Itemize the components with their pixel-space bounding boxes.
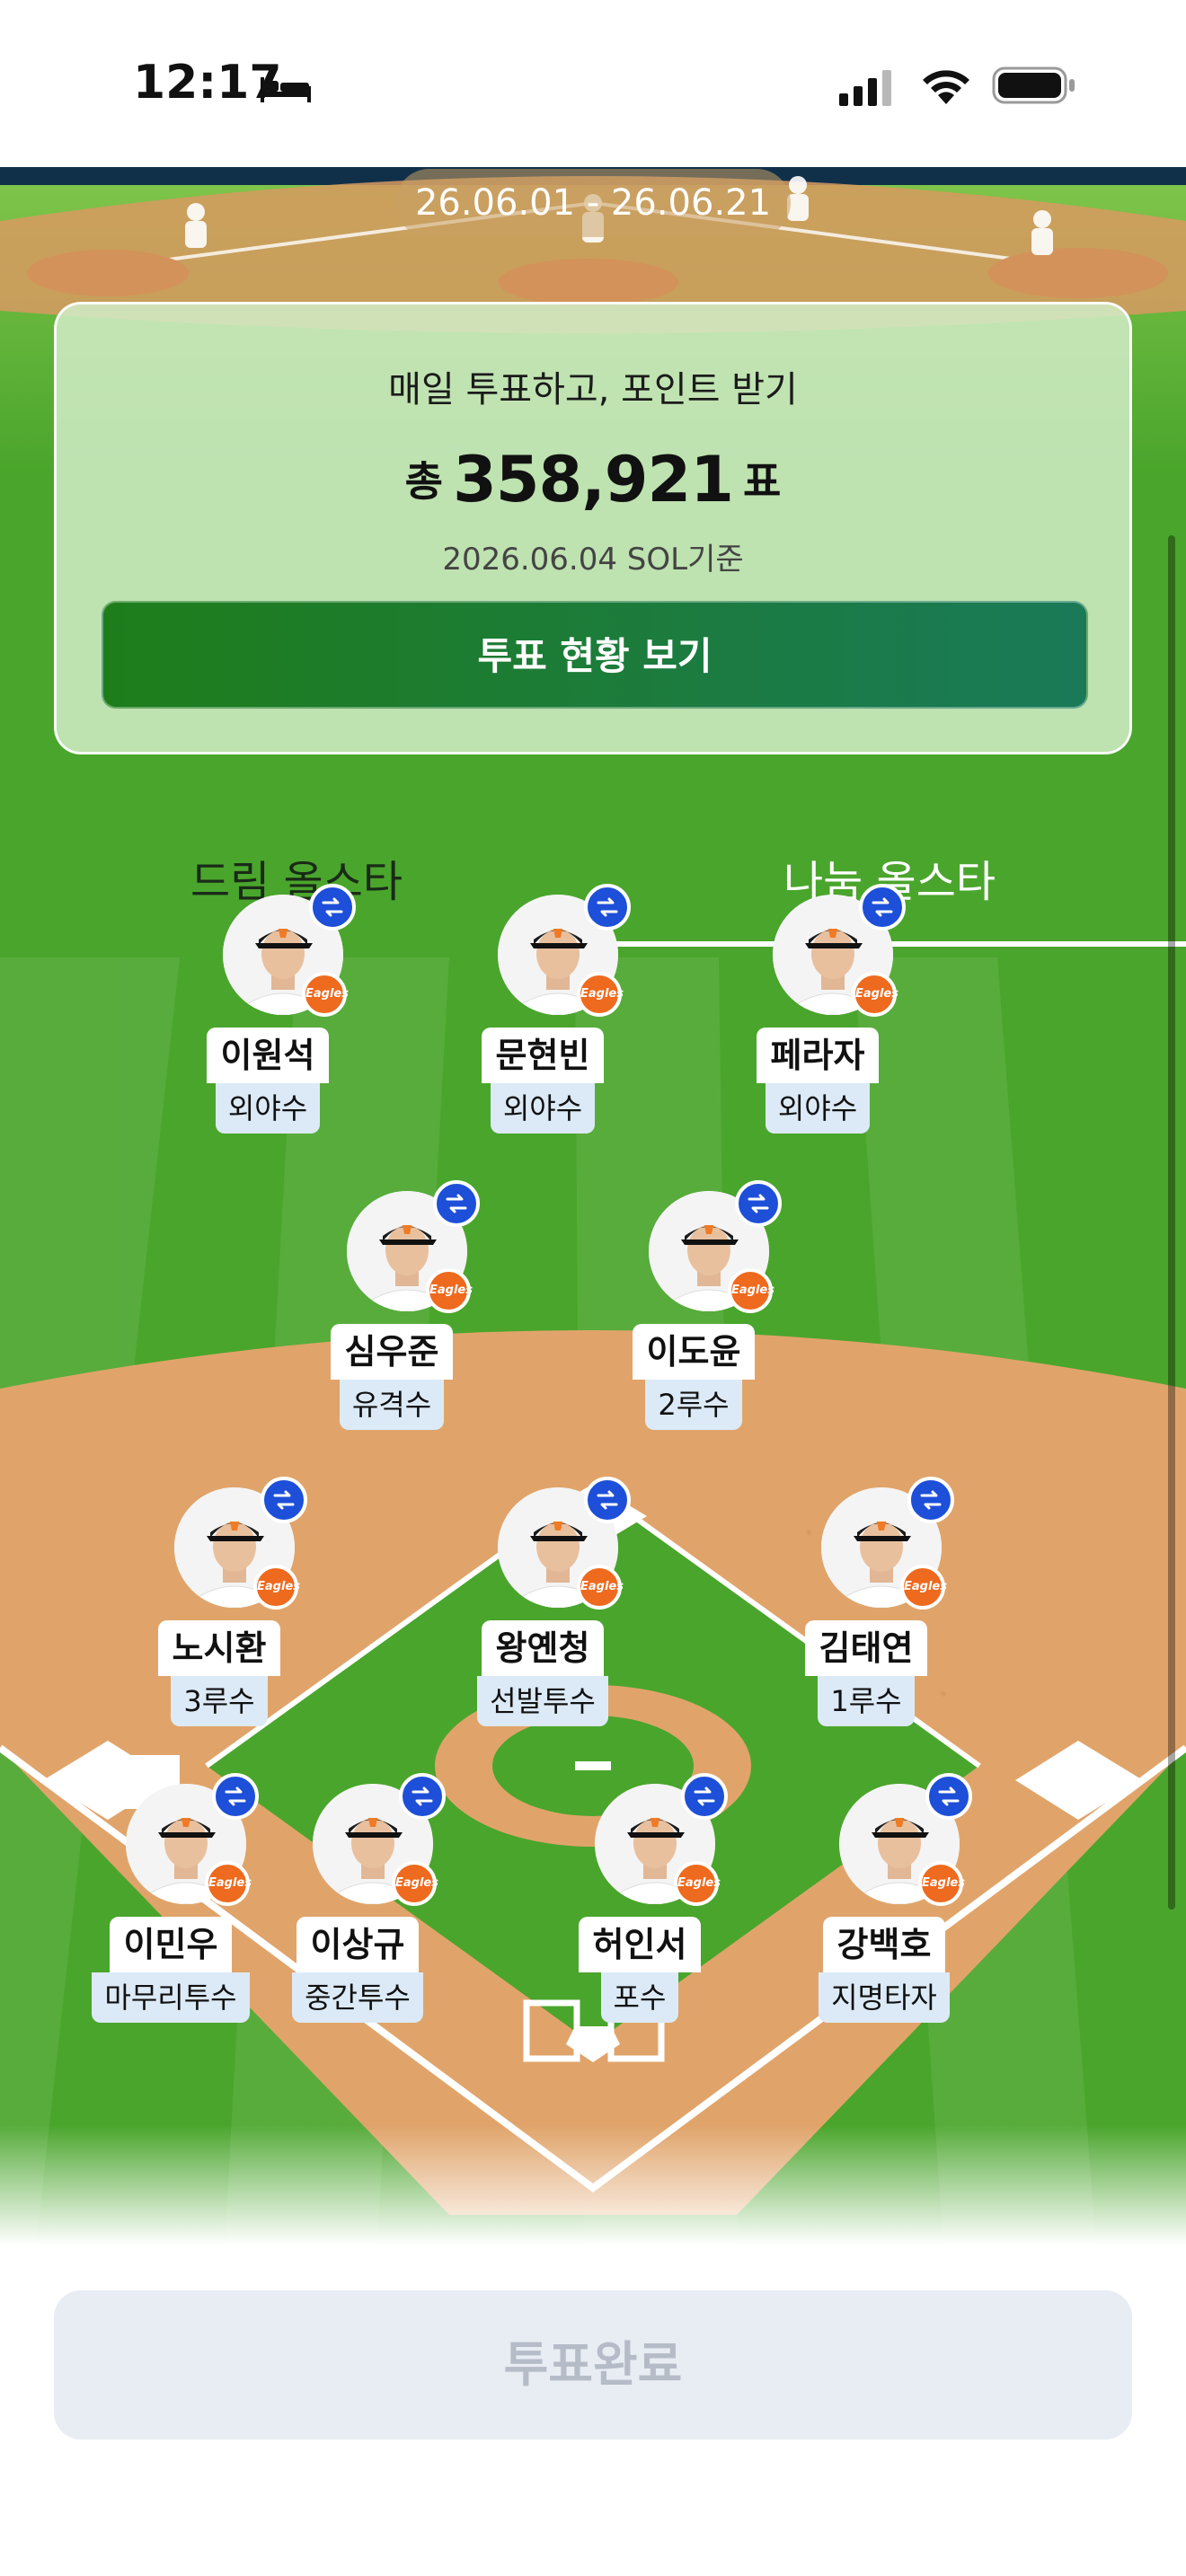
player-name: 심우준 <box>330 1324 454 1380</box>
total-votes: 총 358,921 표 <box>57 443 1129 516</box>
total-prefix: 총 <box>404 457 443 506</box>
player-name: 김태연 <box>804 1620 928 1676</box>
player-label: 노시환 3루수 <box>138 1620 300 1726</box>
player-card[interactable]: Eagles 심우준 유격수 <box>311 1180 480 1469</box>
team-logo-icon: Eagles <box>728 1268 774 1313</box>
player-name: 왕옌청 <box>481 1620 605 1676</box>
app-screen: 12:17 26.06.01 - 26.06.21 매일 투표하고, 포인트 받… <box>0 0 1186 2576</box>
player-card[interactable]: Eagles 이민우 마무리투수 <box>90 1773 259 2062</box>
player-card[interactable]: Eagles 왕옌청 선발투수 <box>462 1477 631 1766</box>
team-logo-icon: Eagles <box>918 1861 965 1906</box>
player-card[interactable]: Eagles 강백호 지명타자 <box>803 1773 972 2062</box>
status-bar: 12:17 <box>0 0 1186 167</box>
player-label: 페라자 외야수 <box>737 1028 898 1134</box>
player-name: 이원석 <box>206 1028 330 1083</box>
ballpark-field: 26.06.01 - 26.06.21 매일 투표하고, 포인트 받기 총 35… <box>0 167 1186 2245</box>
swap-player-icon[interactable] <box>681 1773 728 1820</box>
footer-area: 투표완료 <box>0 2245 1186 2576</box>
swap-player-icon[interactable] <box>433 1180 480 1227</box>
player-name: 이도윤 <box>632 1324 756 1380</box>
team-logo-icon: Eagles <box>205 1861 252 1906</box>
team-logo-icon: Eagles <box>900 1565 947 1610</box>
cellular-signal-icon <box>839 70 891 106</box>
player-card[interactable]: Eagles 이원석 외야수 <box>187 884 356 1173</box>
swap-player-icon[interactable] <box>212 1773 259 1820</box>
team-logo-icon: Eagles <box>577 972 624 1017</box>
swap-player-icon[interactable] <box>309 884 356 931</box>
player-position: 2루수 <box>645 1380 742 1430</box>
total-vote-count: 358,921 <box>453 443 734 516</box>
player-position: 유격수 <box>339 1380 445 1430</box>
player-card[interactable]: Eagles 노시환 3루수 <box>138 1477 307 1766</box>
player-card[interactable]: Eagles 김태연 1루수 <box>785 1477 954 1766</box>
swap-player-icon[interactable] <box>925 1773 972 1820</box>
view-vote-status-button[interactable]: 투표 현황 보기 <box>102 601 1088 709</box>
player-label: 이원석 외야수 <box>187 1028 349 1134</box>
swap-player-icon[interactable] <box>399 1773 446 1820</box>
player-position: 선발투수 <box>477 1676 608 1726</box>
swap-player-icon[interactable] <box>859 884 906 931</box>
player-name: 이상규 <box>296 1917 420 1972</box>
player-label: 문현빈 외야수 <box>462 1028 624 1134</box>
player-card[interactable]: Eagles 문현빈 외야수 <box>462 884 631 1173</box>
scrollbar[interactable] <box>1168 535 1175 1910</box>
battery-icon <box>992 66 1075 104</box>
player-label: 허인서 포수 <box>559 1917 721 2023</box>
player-card[interactable]: Eagles 이상규 중간투수 <box>277 1773 446 2062</box>
swap-player-icon[interactable] <box>735 1180 782 1227</box>
player-position: 외야수 <box>490 1083 596 1134</box>
player-label: 이민우 마무리투수 <box>90 1917 252 2023</box>
player-card[interactable]: Eagles 페라자 외야수 <box>737 884 906 1173</box>
vote-period-badge: 26.06.01 - 26.06.21 <box>395 169 791 237</box>
player-card[interactable]: Eagles 이도윤 2루수 <box>613 1180 782 1469</box>
team-logo-icon: Eagles <box>392 1861 438 1906</box>
player-name: 이민우 <box>109 1917 233 1972</box>
wifi-icon <box>923 70 969 104</box>
summary-headline: 매일 투표하고, 포인트 받기 <box>388 369 798 410</box>
swap-player-icon[interactable] <box>907 1477 954 1523</box>
player-name: 강백호 <box>822 1917 946 1972</box>
player-position: 중간투수 <box>292 1972 423 2023</box>
player-position: 포수 <box>600 1972 679 2023</box>
player-card[interactable]: Eagles 허인서 포수 <box>559 1773 728 2062</box>
player-name: 노시환 <box>157 1620 281 1676</box>
player-label: 이상규 중간투수 <box>277 1917 438 2023</box>
player-label: 이도윤 2루수 <box>613 1324 774 1430</box>
player-label: 왕옌청 선발투수 <box>462 1620 624 1726</box>
player-label: 심우준 유격수 <box>311 1324 473 1430</box>
player-label: 김태연 1루수 <box>785 1620 947 1726</box>
player-label: 강백호 지명타자 <box>803 1917 965 2023</box>
team-logo-icon: Eagles <box>577 1565 624 1610</box>
player-position: 지명타자 <box>819 1972 950 2023</box>
vote-summary-card: 매일 투표하고, 포인트 받기 총 358,921 표 2026.06.04 S… <box>54 302 1132 754</box>
team-logo-icon: Eagles <box>674 1861 721 1906</box>
team-logo-icon: Eagles <box>253 1565 300 1610</box>
basis-date: 2026.06.04 SOL기준 <box>442 542 744 578</box>
swap-player-icon[interactable] <box>261 1477 307 1523</box>
player-position: 외야수 <box>215 1083 321 1134</box>
vote-complete-button[interactable]: 투표완료 <box>54 2290 1132 2439</box>
team-logo-icon: Eagles <box>852 972 898 1017</box>
player-position: 1루수 <box>818 1676 915 1726</box>
team-logo-icon: Eagles <box>302 972 349 1017</box>
player-position: 마무리투수 <box>92 1972 250 2023</box>
swap-player-icon[interactable] <box>584 884 631 931</box>
team-logo-icon: Eagles <box>426 1268 473 1313</box>
player-name: 허인서 <box>578 1917 702 1972</box>
player-name: 페라자 <box>756 1028 880 1083</box>
player-name: 문현빈 <box>481 1028 605 1083</box>
sleep-focus-icon <box>261 77 311 102</box>
total-suffix: 표 <box>743 457 782 506</box>
player-position: 외야수 <box>765 1083 871 1134</box>
player-position: 3루수 <box>171 1676 268 1726</box>
swap-player-icon[interactable] <box>584 1477 631 1523</box>
